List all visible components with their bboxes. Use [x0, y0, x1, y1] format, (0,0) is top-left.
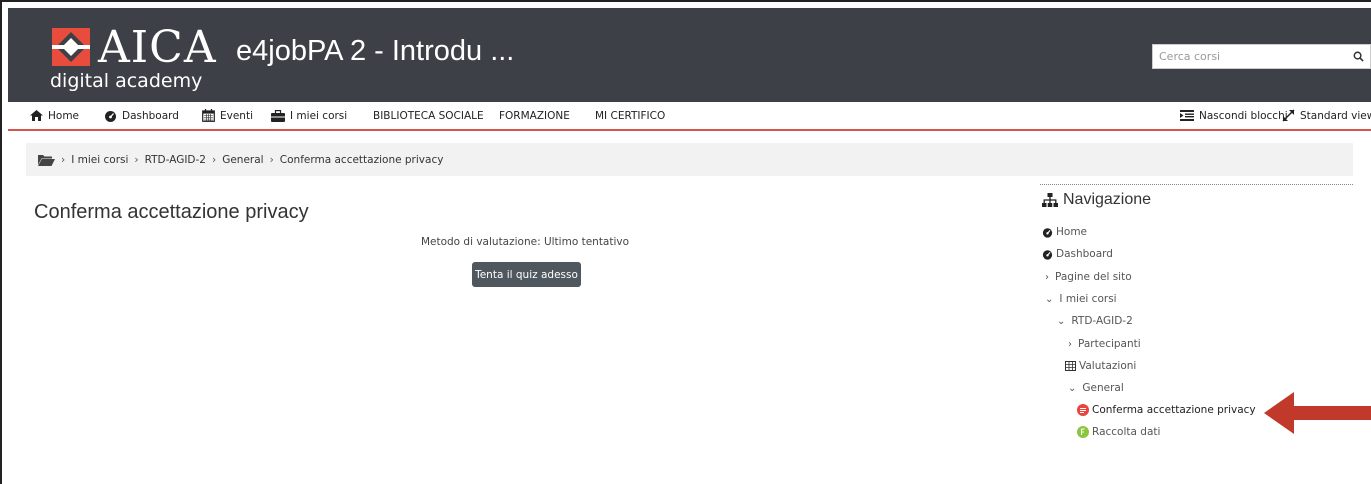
breadcrumb-separator: › — [61, 153, 66, 166]
search-input[interactable] — [1153, 45, 1343, 68]
nav-tree-course[interactable]: ⌄ RTD-AGID-2 — [1057, 315, 1133, 327]
navigation-block-title-text: Navigazione — [1063, 191, 1152, 208]
nav-mi-certifico-label: MI CERTIFICO — [595, 109, 666, 122]
nav-tree-conferma-label: Conferma accettazione privacy — [1092, 404, 1256, 416]
nav-formazione[interactable]: FORMAZIONE — [499, 102, 570, 129]
feedback-icon — [1077, 426, 1089, 438]
nav-tree-dashboard[interactable]: Dashboard — [1042, 248, 1113, 260]
nav-tree-home-label: Home — [1056, 226, 1088, 238]
nav-tree-conferma-privacy[interactable]: Conferma accettazione privacy — [1077, 404, 1256, 416]
nav-tree-home[interactable]: Home — [1042, 226, 1087, 238]
home-icon — [30, 110, 43, 121]
nav-dashboard-label: Dashboard — [122, 109, 179, 122]
breadcrumb-separator: › — [134, 153, 139, 166]
nav-tree-pagine-label: Pagine del sito — [1055, 271, 1132, 283]
logo-text: AICA — [98, 22, 217, 73]
nav-tree-partecipanti-label: Partecipanti — [1078, 338, 1141, 350]
logo-subtitle: digital academy — [50, 70, 203, 92]
site-header: AICA digital academy e4jobPA 2 - Introdu… — [8, 8, 1371, 102]
navigation-block-title: Navigazione — [1042, 191, 1151, 209]
table-icon — [1065, 361, 1076, 371]
chevron-right-icon: › — [1068, 338, 1072, 350]
hide-blocks-label: Nascondi blocchi — [1199, 109, 1288, 122]
nav-eventi[interactable]: Eventi — [202, 102, 253, 129]
dashboard-icon — [1042, 227, 1053, 238]
nav-home-label: Home — [48, 109, 80, 122]
nav-tree-miei-corsi-label: I miei corsi — [1059, 293, 1117, 305]
dashboard-icon — [105, 110, 116, 122]
nav-miei-corsi-label: I miei corsi — [290, 109, 348, 122]
breadcrumb-item-general[interactable]: General — [222, 154, 263, 166]
nav-tree-valutazioni-label: Valutazioni — [1079, 360, 1137, 372]
nav-tree-dashboard-label: Dashboard — [1056, 248, 1113, 260]
nav-tree-partecipanti[interactable]: › Partecipanti — [1068, 338, 1141, 350]
chevron-right-icon: › — [1045, 271, 1049, 283]
nav-eventi-label: Eventi — [220, 109, 253, 122]
nav-tree-general-label: General — [1082, 382, 1124, 394]
nav-tree-valutazioni[interactable]: Valutazioni — [1065, 360, 1136, 372]
dashboard-icon — [1042, 249, 1053, 260]
page-title: Conferma accettazione privacy — [34, 201, 309, 223]
chevron-down-icon: ⌄ — [1057, 315, 1066, 327]
nav-home[interactable]: Home — [30, 102, 79, 129]
breadcrumb: › I miei corsi › RTD-AGID-2 › General › … — [26, 143, 1353, 176]
nav-tree-general[interactable]: ⌄ General — [1068, 382, 1124, 394]
nav-biblioteca-sociale-label: BIBLIOTECA SOCIALE — [373, 109, 484, 122]
nav-formazione-label: FORMAZIONE — [499, 109, 570, 122]
course-search — [1152, 44, 1371, 69]
main-navbar: Home Dashboard Eventi I miei corsi BIBLI… — [8, 102, 1371, 131]
chevron-down-icon: ⌄ — [1068, 382, 1077, 394]
nav-tree-pagine-del-sito[interactable]: › Pagine del sito — [1045, 271, 1132, 283]
aica-logo-mark-icon — [52, 28, 90, 66]
standard-view-button[interactable]: Standard view — [1282, 102, 1371, 129]
search-button[interactable] — [1346, 45, 1370, 68]
nav-tree-miei-corsi[interactable]: ⌄ I miei corsi — [1045, 293, 1117, 305]
hide-blocks-icon — [1180, 110, 1194, 121]
folder-open-icon[interactable] — [38, 154, 55, 166]
search-icon — [1353, 51, 1364, 62]
breadcrumb-separator: › — [269, 153, 274, 166]
breadcrumb-item-current[interactable]: Conferma accettazione privacy — [280, 154, 444, 166]
quiz-icon — [1077, 404, 1089, 416]
nav-dashboard[interactable]: Dashboard — [104, 102, 179, 129]
course-title[interactable]: e4jobPA 2 - Introdu ... — [236, 34, 514, 68]
red-arrow-annotation — [1264, 392, 1371, 434]
aica-logo[interactable]: AICA digital academy — [44, 20, 234, 98]
attempt-quiz-button[interactable]: Tenta il quiz adesso — [472, 262, 581, 287]
briefcase-icon — [271, 109, 285, 122]
grading-method-text: Metodo di valutazione: Ultimo tentativo — [420, 236, 630, 248]
standard-view-label: Standard view — [1300, 109, 1371, 122]
nav-tree-course-label: RTD-AGID-2 — [1071, 315, 1133, 327]
breadcrumb-item-miei-corsi[interactable]: I miei corsi — [71, 154, 128, 166]
calendar-icon — [202, 109, 215, 122]
expand-arrows-icon — [1282, 109, 1295, 122]
breadcrumb-separator: › — [211, 153, 217, 166]
nav-miei-corsi[interactable]: I miei corsi — [271, 102, 347, 129]
nav-tree-raccolta-dati[interactable]: Raccolta dati — [1077, 426, 1160, 438]
chevron-down-icon: ⌄ — [1045, 293, 1054, 305]
nav-mi-certifico[interactable]: MI CERTIFICO — [595, 102, 665, 129]
hide-blocks-button[interactable]: Nascondi blocchi — [1180, 102, 1288, 129]
breadcrumb-item-course[interactable]: RTD-AGID-2 — [145, 154, 206, 166]
nav-tree-raccolta-label: Raccolta dati — [1092, 426, 1161, 438]
nav-biblioteca-sociale[interactable]: BIBLIOTECA SOCIALE — [373, 102, 484, 129]
sitemap-icon — [1042, 193, 1058, 207]
